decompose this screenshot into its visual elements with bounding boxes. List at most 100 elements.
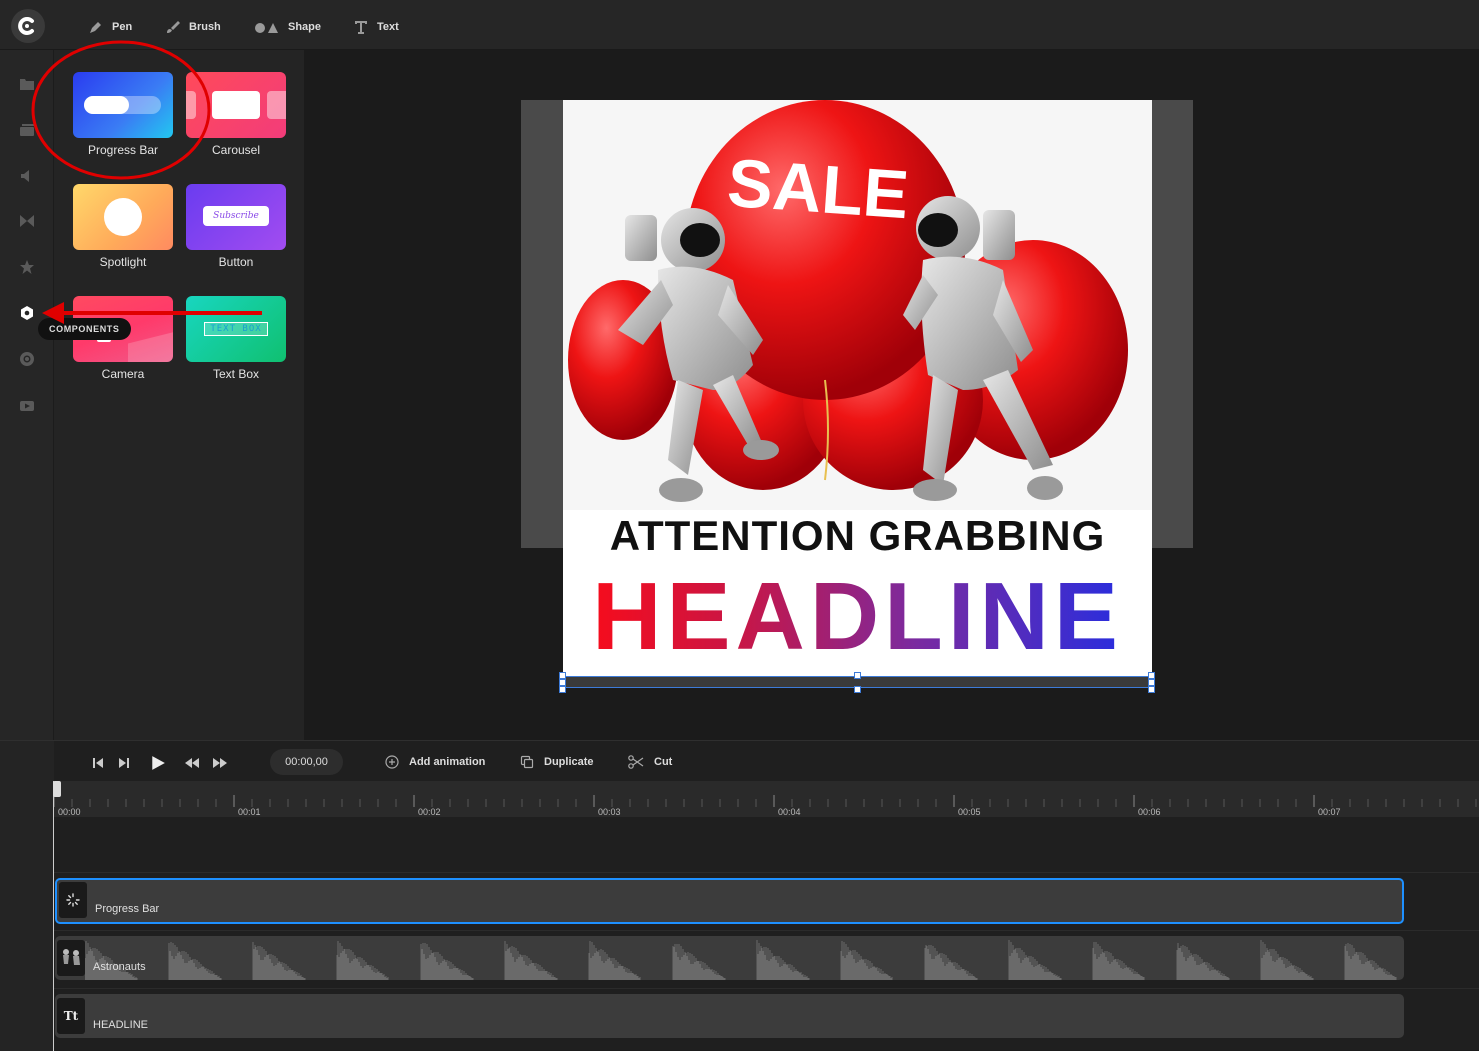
audio-icon	[21, 170, 29, 182]
add-animation-button[interactable]: Add animation	[385, 754, 485, 770]
cut-label: Cut	[654, 756, 673, 768]
track-headline[interactable]: Tt HEADLINE	[55, 994, 1404, 1038]
text-tool-label: Text	[377, 21, 399, 33]
resize-handle-bottom-center[interactable]	[854, 686, 861, 693]
duplicate-button[interactable]: Duplicate	[520, 754, 594, 770]
rail-layers-button[interactable]	[18, 120, 36, 138]
track-headline-label: HEADLINE	[93, 1019, 149, 1031]
scissors-icon	[628, 755, 644, 769]
carousel-label: Carousel	[211, 143, 261, 157]
step-frame-button[interactable]	[117, 755, 131, 771]
pen-tool-button[interactable]: Pen	[88, 18, 132, 36]
rewind-icon	[185, 758, 199, 768]
text-tool-button[interactable]: Text	[353, 18, 399, 36]
skip-start-icon	[93, 758, 103, 768]
timeline-gutter	[0, 741, 54, 1051]
add-animation-label: Add animation	[409, 756, 486, 768]
text-type-icon: Tt	[57, 998, 85, 1034]
subscribe-sample: Subscribe	[203, 206, 269, 226]
rail-video-button[interactable]	[18, 397, 36, 415]
component-button[interactable]: Subscribe Button	[186, 184, 286, 269]
resize-handle-bottom-left[interactable]	[559, 686, 566, 693]
rail-record-button[interactable]	[18, 350, 36, 368]
components-panel: Progress Bar Carousel Spotlight Subscrib…	[54, 50, 304, 740]
ruler-label-6: 00:06	[1138, 807, 1161, 817]
track-progress-bar-thumb	[59, 882, 87, 918]
track-astronauts-thumb	[57, 940, 85, 976]
shape-tool-button[interactable]: Shape	[254, 18, 321, 36]
resize-handle-middle-left[interactable]	[559, 679, 566, 686]
record-icon	[20, 352, 34, 366]
spotlight-thumbnail	[73, 184, 173, 250]
track-divider	[54, 872, 1479, 873]
top-toolbar: Pen Brush Shape Text	[0, 0, 1479, 50]
video-icon	[20, 401, 34, 411]
ruler-label-3: 00:03	[598, 807, 621, 817]
layers-icon	[20, 124, 34, 136]
shape-icon	[255, 23, 278, 33]
logo-icon	[18, 17, 34, 35]
text-icon	[355, 21, 367, 34]
cut-button[interactable]: Cut	[628, 754, 672, 770]
progress-bar-label: Progress Bar	[87, 143, 159, 157]
camera-label: Camera	[101, 367, 145, 381]
shape-tool-label: Shape	[288, 21, 322, 33]
button-thumbnail: Subscribe	[186, 184, 286, 250]
app-logo[interactable]	[11, 9, 45, 43]
rail-transitions-button[interactable]	[18, 212, 36, 230]
rail-components-button[interactable]	[18, 304, 36, 322]
track-divider	[54, 988, 1479, 989]
ruler-label-5: 00:05	[958, 807, 981, 817]
track-astronauts-label: Astronauts	[93, 961, 146, 973]
left-icon-rail	[0, 50, 54, 740]
track-divider	[54, 930, 1479, 931]
text-box-sample: TEXT BOX	[204, 322, 268, 336]
resize-handle-bottom-right[interactable]	[1148, 686, 1155, 693]
component-text-box[interactable]: TEXT BOX Text Box	[186, 296, 286, 381]
pen-tool-label: Pen	[112, 21, 133, 33]
fast-forward-button[interactable]	[213, 755, 227, 771]
sale-balloons-astronauts-image[interactable]: SALE	[563, 100, 1152, 510]
brush-tool-button[interactable]: Brush	[165, 18, 221, 36]
rail-favorites-button[interactable]	[18, 258, 36, 276]
playhead-handle[interactable]	[53, 781, 61, 797]
rail-media-button[interactable]	[18, 75, 36, 93]
component-progress-bar[interactable]: Progress Bar	[73, 72, 173, 157]
component-carousel[interactable]: Carousel	[186, 72, 286, 157]
transition-icon	[20, 215, 34, 227]
folder-icon	[20, 79, 34, 90]
resize-handle-middle-right[interactable]	[1148, 679, 1155, 686]
playhead-line[interactable]	[53, 781, 54, 1051]
artboard[interactable]: SALE ATTENTION GRABBING HEADLINE	[563, 100, 1152, 676]
components-tooltip: COMPONENTS	[38, 318, 131, 340]
timecode-display[interactable]: 00:00,00	[270, 749, 343, 775]
rail-audio-button[interactable]	[18, 167, 36, 185]
ruler-label-0: 00:00	[58, 807, 81, 817]
audio-waveform	[85, 940, 1397, 980]
resize-handle-top-center[interactable]	[854, 672, 861, 679]
ruler-label-4: 00:04	[778, 807, 801, 817]
timeline-ruler[interactable]: 00:00 00:01 00:02 00:03 00:04 00:05 00:0…	[54, 781, 1479, 817]
carousel-thumbnail	[186, 72, 286, 138]
component-spotlight[interactable]: Spotlight	[73, 184, 173, 269]
components-icon	[21, 306, 33, 320]
skip-to-start-button[interactable]	[91, 755, 105, 771]
timeline-panel: 00:00,00 Add animation Duplicate Cut 00:…	[0, 740, 1479, 1051]
resize-handle-top-left[interactable]	[559, 672, 566, 679]
add-circle-icon	[385, 755, 399, 769]
track-progress-bar[interactable]: Progress Bar	[55, 878, 1404, 924]
ruler-label-7: 00:07	[1318, 807, 1341, 817]
headline-line-1[interactable]: ATTENTION GRABBING	[563, 512, 1152, 560]
star-icon	[20, 260, 34, 274]
resize-handle-top-right[interactable]	[1148, 672, 1155, 679]
step-forward-icon	[119, 758, 129, 768]
rewind-button[interactable]	[185, 755, 199, 771]
headline-line-2[interactable]: HEADLINE	[563, 562, 1152, 672]
progress-bar-thumbnail	[73, 72, 173, 138]
play-button[interactable]	[150, 755, 166, 771]
spotlight-label: Spotlight	[99, 255, 147, 269]
ruler-label-2: 00:02	[418, 807, 441, 817]
fast-forward-icon	[213, 758, 227, 768]
track-astronauts[interactable]: Astronauts	[55, 936, 1404, 980]
brush-tool-label: Brush	[189, 21, 221, 33]
